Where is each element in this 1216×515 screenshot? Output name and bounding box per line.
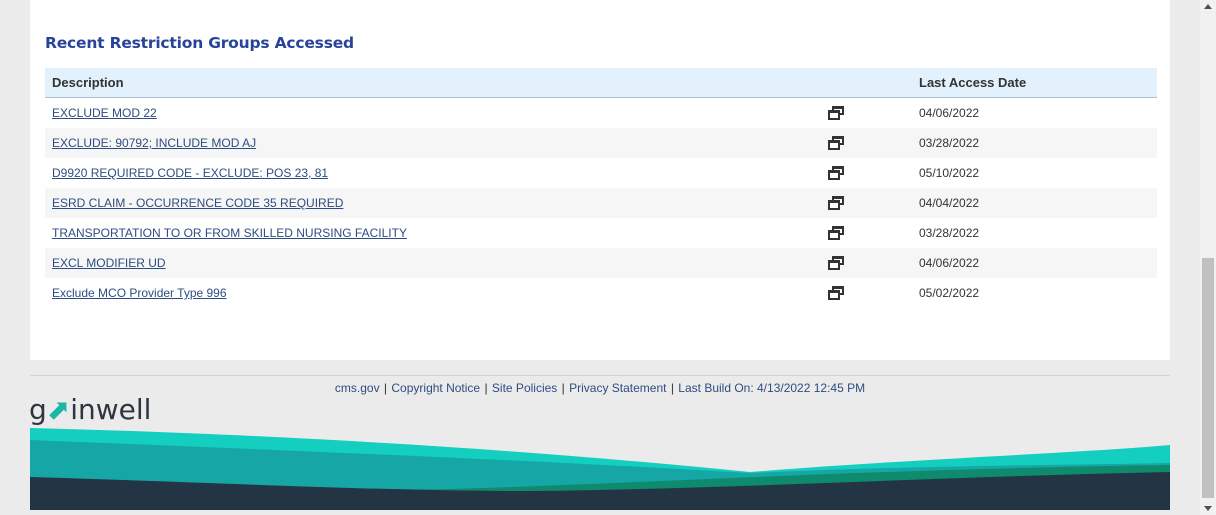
- footer-divider: [30, 375, 1170, 376]
- content-panel: Recent Restriction Groups Accessed Descr…: [30, 0, 1170, 360]
- icon-cell: [820, 98, 912, 129]
- footer-wave-graphic: [30, 428, 1170, 510]
- description-cell: D9920 REQUIRED CODE - EXCLUDE: POS 23, 8…: [45, 158, 820, 188]
- footer-link-copyright[interactable]: Copyright Notice: [391, 381, 480, 395]
- open-in-new-window-icon[interactable]: [828, 256, 844, 271]
- description-cell: TRANSPORTATION TO OR FROM SKILLED NURSIN…: [45, 218, 820, 248]
- footer-link-privacy[interactable]: Privacy Statement: [569, 381, 666, 395]
- table-row: EXCLUDE MOD 22 04/06/2022: [45, 98, 1157, 129]
- footer-separator: |: [383, 381, 388, 395]
- logo-arrow-icon: ⬈: [46, 393, 71, 426]
- section-title: Recent Restriction Groups Accessed: [45, 34, 354, 52]
- restriction-group-link[interactable]: TRANSPORTATION TO OR FROM SKILLED NURSIN…: [52, 226, 407, 240]
- icon-cell: [820, 158, 912, 188]
- last-access-date-cell: 03/28/2022: [912, 128, 1157, 158]
- icon-cell: [820, 188, 912, 218]
- open-in-new-window-icon[interactable]: [828, 286, 844, 301]
- footer-separator: |: [670, 381, 674, 395]
- open-in-new-window-icon[interactable]: [828, 106, 844, 121]
- open-in-new-window-icon[interactable]: [828, 226, 844, 241]
- table-row: ESRD CLAIM - OCCURRENCE CODE 35 REQUIRED…: [45, 188, 1157, 218]
- description-cell: EXCLUDE MOD 22: [45, 98, 820, 129]
- footer-separator: |: [561, 381, 565, 395]
- restriction-group-link[interactable]: EXCLUDE: 90792; INCLUDE MOD AJ: [52, 136, 256, 150]
- last-access-date-cell: 05/10/2022: [919, 166, 980, 180]
- column-header-last-access-date[interactable]: Last Access Date: [912, 68, 1157, 98]
- restriction-group-link[interactable]: EXCLUDE MOD 22: [52, 106, 157, 120]
- icon-cell: [820, 278, 912, 308]
- scroll-down-arrow-icon[interactable]: [1204, 506, 1212, 511]
- restriction-group-link[interactable]: D9920 REQUIRED CODE - EXCLUDE: POS 23, 8…: [52, 166, 328, 180]
- last-access-date-cell: 04/04/2022: [912, 188, 1157, 218]
- description-cell: EXCLUDE: 90792; INCLUDE MOD AJ: [45, 128, 820, 158]
- restriction-groups-table: Description Last Access Date EXCLUDE MOD…: [45, 68, 1157, 308]
- restriction-group-link[interactable]: EXCL MODIFIER UD: [52, 256, 166, 270]
- last-access-date-cell: 03/28/2022: [919, 226, 980, 240]
- table-header-row: Description Last Access Date: [45, 68, 1157, 98]
- restriction-group-link[interactable]: Exclude MCO Provider Type 996: [52, 286, 227, 300]
- restriction-group-link[interactable]: ESRD CLAIM - OCCURRENCE CODE 35 REQUIRED: [52, 196, 343, 210]
- table-row: D9920 REQUIRED CODE - EXCLUDE: POS 23, 8…: [45, 158, 1157, 188]
- column-header-icon: [820, 68, 912, 98]
- description-cell: EXCL MODIFIER UD: [45, 248, 820, 278]
- footer-links: cms.gov | Copyright Notice | Site Polici…: [0, 381, 1200, 395]
- page: Recent Restriction Groups Accessed Descr…: [0, 0, 1216, 515]
- table-row: TRANSPORTATION TO OR FROM SKILLED NURSIN…: [45, 218, 1157, 248]
- icon-cell: [820, 248, 912, 278]
- vertical-scrollbar[interactable]: [1200, 0, 1216, 515]
- table-row: EXCLUDE: 90792; INCLUDE MOD AJ 03/28/2022: [45, 128, 1157, 158]
- last-access-date-cell: 04/06/2022: [912, 248, 1157, 278]
- open-in-new-window-icon[interactable]: [828, 136, 844, 151]
- footer-link-site-policies[interactable]: Site Policies: [492, 381, 557, 395]
- last-access-date-cell: 05/02/2022: [919, 286, 980, 300]
- icon-cell: [820, 128, 912, 158]
- icon-cell: [820, 218, 912, 248]
- footer-separator: |: [484, 381, 488, 395]
- table-row: Exclude MCO Provider Type 996 05/02/2022: [45, 278, 1157, 308]
- footer-build-info: Last Build On: 4/13/2022 12:45 PM: [678, 381, 866, 395]
- column-header-description[interactable]: Description: [45, 68, 820, 98]
- scrollbar-thumb[interactable]: [1202, 258, 1214, 498]
- scroll-up-arrow-icon[interactable]: [1204, 4, 1212, 9]
- gainwell-logo: g⬈inwell: [29, 393, 152, 426]
- description-cell: ESRD CLAIM - OCCURRENCE CODE 35 REQUIRED: [45, 188, 820, 218]
- open-in-new-window-icon[interactable]: [828, 196, 844, 211]
- last-access-date-cell: 04/06/2022: [919, 106, 980, 120]
- open-in-new-window-icon[interactable]: [828, 166, 844, 181]
- table-row: EXCL MODIFIER UD 04/06/2022: [45, 248, 1157, 278]
- footer-link-cms[interactable]: cms.gov: [335, 381, 380, 395]
- description-cell: Exclude MCO Provider Type 996: [45, 278, 820, 308]
